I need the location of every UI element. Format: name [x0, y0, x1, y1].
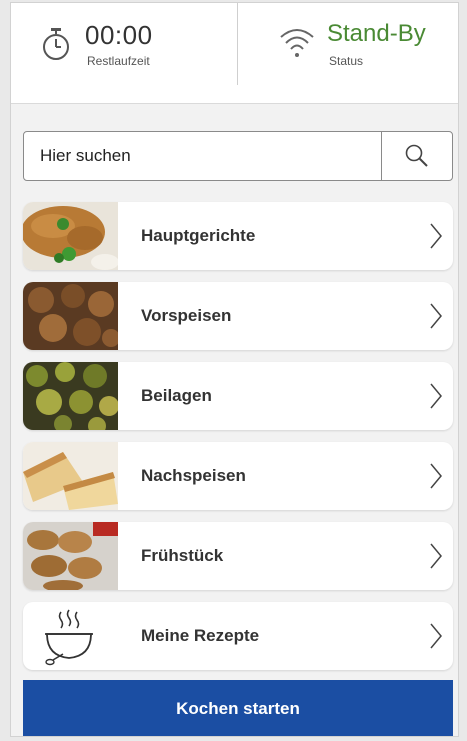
chevron-right-icon — [430, 383, 442, 409]
header-divider — [237, 3, 238, 85]
search-bar — [23, 131, 453, 181]
schnitzel-photo — [23, 202, 118, 270]
status-header: 00:00 Restlaufzeit Stand-By Status — [11, 3, 458, 104]
category-label: Frühstück — [141, 546, 224, 565]
steaming-bowl-icon — [45, 609, 93, 666]
chevron-right-icon — [430, 303, 442, 329]
category-label: Hauptgerichte — [141, 226, 256, 245]
category-meine-rezepte[interactable]: Meine Rezepte — [23, 602, 453, 670]
category-label: Beilagen — [141, 386, 212, 405]
category-nachspeisen[interactable]: Nachspeisen — [23, 442, 453, 510]
app-frame: 00:00 Restlaufzeit Stand-By Status Hier … — [10, 2, 459, 737]
timer-icon — [43, 28, 69, 60]
chevron-right-icon — [430, 623, 442, 649]
category-beilagen[interactable]: Beilagen — [23, 362, 453, 430]
status-label: Status — [329, 54, 364, 68]
category-vorspeisen[interactable]: Vorspeisen — [23, 282, 453, 350]
fried-appetizers-photo — [23, 282, 118, 350]
oat-cookies-photo — [23, 522, 118, 590]
start-cooking-button[interactable]: Kochen starten — [23, 680, 453, 736]
category-label: Meine Rezepte — [141, 626, 260, 645]
remaining-time-value: 00:00 — [85, 20, 153, 50]
search-icon — [405, 144, 428, 167]
category-hauptgerichte[interactable]: Hauptgerichte — [23, 202, 453, 270]
category-fruehstueck[interactable]: Frühstück — [23, 522, 453, 590]
category-label: Vorspeisen — [141, 306, 232, 325]
status-value: Stand-By — [327, 20, 426, 47]
category-label: Nachspeisen — [141, 466, 246, 485]
chevron-right-icon — [430, 223, 442, 249]
chevron-right-icon — [430, 463, 442, 489]
search-input[interactable] — [24, 132, 382, 180]
chevron-right-icon — [430, 543, 442, 569]
remaining-time-label: Restlaufzeit — [87, 54, 150, 68]
brussels-sprouts-photo — [23, 362, 118, 430]
search-button[interactable] — [381, 132, 452, 180]
wifi-icon — [280, 29, 314, 57]
cake-slices-photo — [23, 442, 118, 510]
